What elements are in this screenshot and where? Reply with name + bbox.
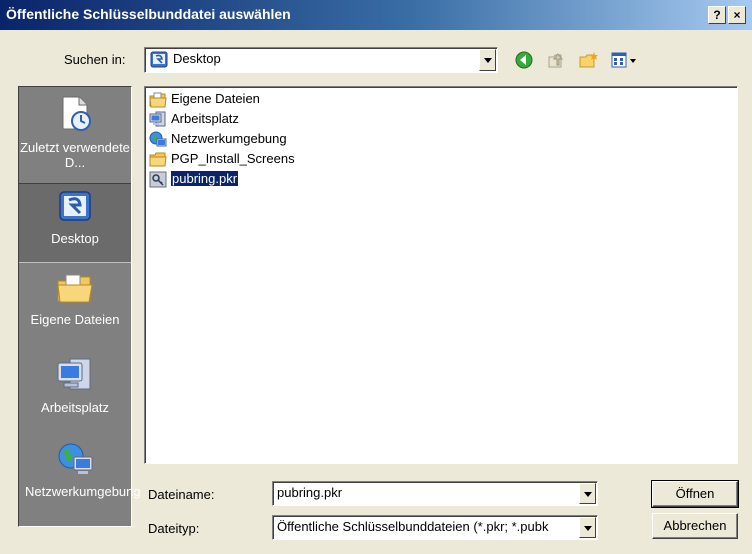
filetype-dropdown-button[interactable]	[579, 517, 596, 538]
lookin-combobox[interactable]: Desktop	[144, 47, 498, 73]
filename-input[interactable]: pubring.pkr	[272, 481, 598, 506]
my-documents-icon	[149, 91, 167, 111]
filename-label: Dateiname:	[148, 487, 215, 502]
place-label-my-computer: Arbeitsplatz	[41, 400, 109, 415]
lookin-label: Suchen in:	[64, 52, 126, 67]
desktop-icon	[150, 51, 168, 72]
file-name: pubring.pkr	[169, 170, 240, 187]
place-label-my-documents: Eigene Dateien	[30, 312, 120, 327]
cancel-button[interactable]: Abbrechen	[652, 513, 738, 539]
filename-value: pubring.pkr	[277, 485, 343, 500]
file-name: Netzwerkumgebung	[171, 131, 287, 146]
filetype-select[interactable]: Öffentliche Schlüsselbunddateien (*.pkr;…	[272, 515, 598, 540]
open-file-dialog: Öffentliche Schlüsselbunddatei auswählen…	[0, 0, 752, 554]
lookin-dropdown-button[interactable]	[479, 49, 496, 71]
keyring-file-icon	[149, 171, 167, 191]
desktop-icon	[19, 190, 131, 227]
my-computer-icon	[19, 357, 131, 396]
close-button[interactable]: ×	[728, 6, 746, 24]
place-desktop[interactable]: Desktop	[19, 183, 131, 263]
my-documents-icon	[19, 271, 131, 308]
place-label-recent: Zuletzt verwendete D...	[20, 140, 130, 170]
new-folder-icon[interactable]	[578, 50, 600, 73]
network-icon	[149, 131, 167, 151]
place-recent[interactable]: Zuletzt verwendete D...	[19, 95, 131, 181]
view-menu-icon[interactable]	[610, 50, 638, 73]
filetype-value: Öffentliche Schlüsselbunddateien (*.pkr;…	[277, 519, 549, 534]
lookin-value: Desktop	[173, 51, 221, 66]
place-label-network: Netzwerkumgebung	[25, 484, 141, 499]
filename-dropdown-button[interactable]	[579, 483, 596, 504]
folder-icon	[149, 151, 167, 171]
filetype-label: Dateityp:	[148, 521, 200, 536]
place-my-documents[interactable]: Eigene Dateien	[19, 267, 131, 345]
help-button[interactable]: ?	[708, 6, 726, 24]
file-name: PGP_Install_Screens	[171, 151, 295, 166]
place-label-desktop: Desktop	[51, 231, 99, 246]
open-button[interactable]: Öffnen	[651, 480, 739, 508]
place-network[interactable]: Netzwerkumgebung	[19, 439, 141, 521]
place-my-computer[interactable]: Arbeitsplatz	[19, 353, 131, 433]
my-computer-icon	[149, 111, 167, 131]
up-folder-icon[interactable]	[546, 50, 566, 73]
window-title: Öffentliche Schlüsselbunddatei auswählen	[6, 6, 291, 22]
places-bar: Zuletzt verwendete D... Desktop Eigene D…	[18, 86, 141, 527]
network-icon	[19, 441, 131, 480]
recent-documents-icon	[19, 95, 131, 136]
file-list[interactable]: Eigene Dateien Arbeitsplatz Netzwerkumge…	[144, 86, 738, 464]
back-arrow-icon[interactable]	[514, 50, 534, 73]
title-bar[interactable]: Öffentliche Schlüsselbunddatei auswählen…	[0, 0, 752, 30]
file-name: Arbeitsplatz	[171, 111, 239, 126]
file-name: Eigene Dateien	[171, 91, 260, 106]
